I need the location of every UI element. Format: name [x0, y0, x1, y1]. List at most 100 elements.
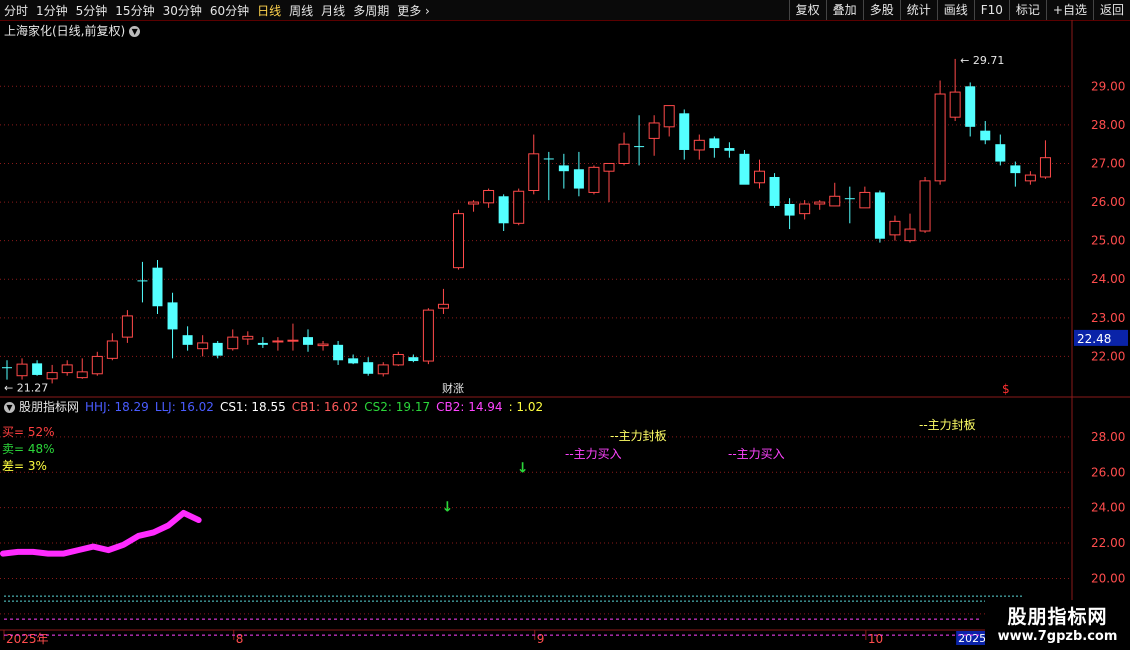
candle-body [904, 228, 916, 242]
candle-body [363, 362, 374, 374]
dividend-marker: $ [1002, 382, 1010, 396]
candle-body [377, 364, 389, 375]
candle-body [889, 220, 901, 236]
watermark-url: www.7gpzb.com [997, 629, 1118, 644]
candle-body [965, 86, 976, 127]
candle-body [227, 336, 239, 350]
candle-body [121, 315, 133, 338]
candle-body [272, 340, 284, 343]
candle-body [152, 267, 163, 307]
indicator-tick-label: 24.00 [1091, 501, 1125, 515]
candle-body [980, 130, 991, 141]
candle-body [829, 195, 841, 207]
down-arrow-icon: ↓ [441, 500, 453, 516]
candle-body [453, 213, 464, 269]
high-price-label: ← 29.71 [960, 54, 1004, 67]
price-tick-label: 25.00 [1091, 234, 1125, 248]
candle-body [392, 353, 404, 366]
candle-body [709, 138, 720, 149]
candle-body [588, 166, 600, 193]
candle-body [167, 302, 178, 330]
candle-body [137, 280, 148, 282]
candle-body [528, 153, 540, 191]
candlestick-chart[interactable]: 22.00 23.00 24.00 25.00 26.00 27.00 28.00 29.00… [0, 0, 1130, 650]
candle-body [634, 146, 645, 148]
candle-body [483, 189, 495, 204]
date-tick-label: 2025年 [6, 632, 49, 646]
candle-body [197, 342, 209, 350]
low-price-label: ← 21.27 [4, 382, 48, 395]
candle-body [408, 357, 419, 362]
candle-body [724, 148, 735, 151]
candle-body [303, 337, 313, 345]
candle-body [754, 170, 765, 184]
diff-ratio: 差= 3% [2, 459, 47, 473]
candle-body [2, 367, 12, 369]
candle-body [679, 113, 690, 150]
pink-indicator-line [0, 509, 202, 557]
date-tick-label: 9 [537, 632, 545, 646]
candle-body [934, 93, 946, 182]
candle-body [422, 309, 434, 362]
candle-body [844, 198, 855, 200]
candle-body [257, 342, 268, 345]
candle-body [814, 201, 826, 205]
candle-body [287, 339, 299, 342]
candle-body [543, 158, 554, 160]
candle-body [437, 303, 449, 309]
price-tick-label: 29.00 [1091, 79, 1125, 93]
candle-body [799, 203, 811, 215]
price-tick-label: 28.00 [1091, 118, 1125, 132]
candle-body [317, 343, 329, 347]
candle-body [739, 153, 750, 185]
candle-body [784, 203, 795, 216]
indicator-annotation: --主力封板 [610, 429, 667, 443]
event-label: 财涨 [442, 381, 464, 395]
candle-body [995, 144, 1006, 162]
candle-body [76, 371, 88, 379]
candle-body [1024, 174, 1036, 182]
current-price-label: 22.48 [1077, 332, 1111, 346]
date-tick-label: 10 [868, 632, 883, 646]
down-arrow-icon: ↓ [517, 461, 529, 477]
candle-body [1010, 165, 1021, 174]
candle-body [859, 191, 871, 209]
candle-body [513, 190, 525, 224]
candle-body [558, 165, 569, 172]
indicator-annotation: --主力买入 [728, 447, 785, 461]
watermark: 股朋指标网 www.7gpzb.com [985, 600, 1130, 650]
candle-body [182, 335, 193, 345]
candle-body [212, 342, 223, 356]
buy-ratio: 买= 52% [2, 425, 55, 439]
candle-body [498, 196, 509, 224]
price-tick-label: 26.00 [1091, 195, 1125, 209]
price-tick-label: 22.00 [1091, 349, 1125, 363]
candle-body [1039, 157, 1051, 178]
price-tick-label: 24.00 [1091, 272, 1125, 286]
indicator-annotation: --主力买入 [565, 447, 622, 461]
indicator-tick-label: 28.00 [1091, 430, 1125, 444]
candle-body [769, 176, 780, 206]
candle-body [91, 355, 103, 375]
candle-body [16, 363, 28, 377]
candle-body [573, 169, 584, 189]
candle-body [468, 201, 480, 205]
candle-body [46, 372, 58, 380]
candle-body [32, 363, 43, 375]
indicator-annotation: --主力封板 [919, 418, 976, 432]
candle-body [949, 91, 961, 118]
sell-ratio: 卖= 48% [2, 442, 55, 456]
candle-body [663, 105, 675, 128]
candle-body [348, 358, 359, 364]
candle-body [333, 344, 344, 361]
indicator-tick-label: 26.00 [1091, 465, 1125, 479]
candle-body [242, 335, 254, 340]
candle-body [61, 364, 73, 374]
price-tick-label: 27.00 [1091, 156, 1125, 170]
price-tick-label: 23.00 [1091, 311, 1125, 325]
date-tick-label: 8 [236, 632, 244, 646]
candle-body [618, 143, 630, 164]
indicator-tick-label: 20.00 [1091, 571, 1125, 585]
watermark-title: 股朋指标网 [1007, 606, 1108, 628]
candle-body [919, 180, 931, 232]
